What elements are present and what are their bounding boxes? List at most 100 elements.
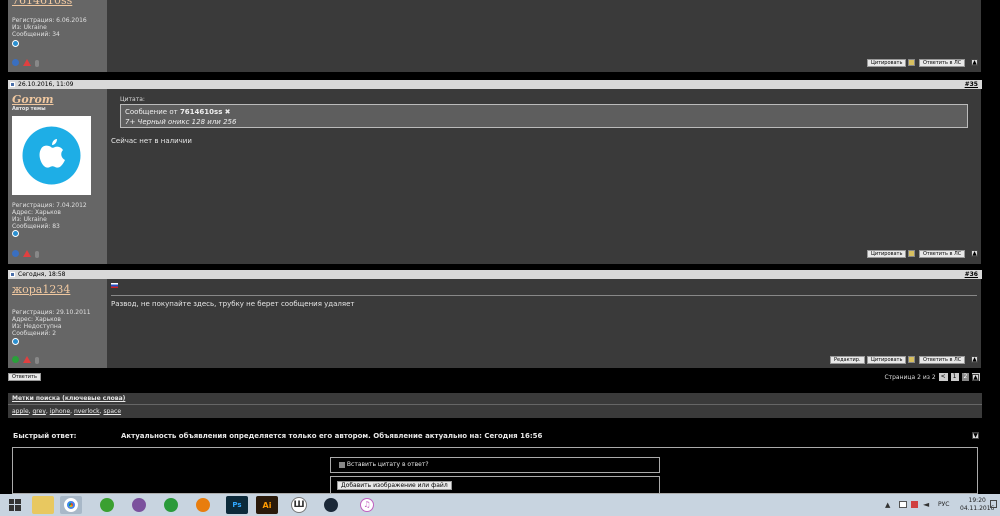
insert-quote-row[interactable]: Вставить цитату в ответ? (330, 457, 660, 473)
skype-icon[interactable] (12, 338, 19, 345)
tray-language[interactable]: РУС (938, 501, 949, 508)
messenger-icon[interactable] (96, 496, 118, 514)
multiquote-icon[interactable] (908, 356, 915, 363)
post2-content: Цитата: Сообщение от 7614610ss ✖ 7+ Черн… (107, 89, 981, 264)
quote-label: Цитата: (120, 96, 145, 103)
blender-icon[interactable] (192, 496, 214, 514)
post1-reply-pm-button[interactable]: Ответить в ЛС (919, 59, 966, 67)
report-icon[interactable] (23, 59, 31, 66)
report-icon[interactable] (23, 250, 31, 257)
post2-meta-reg: Регистрация: 7.04.2012 (12, 202, 87, 209)
post3-meta-posts: Сообщений: 2 (12, 330, 57, 337)
post2-date: 26.10.2016, 11:09 (18, 81, 74, 88)
pager-page-1[interactable]: 1 (950, 373, 959, 381)
tags-list: apple, grey, iphone, nverlock, space (12, 408, 122, 415)
post1-user-meta: Регистрация: 6.06.2016 Из: Ukraine Сообщ… (12, 17, 87, 38)
post2-reply-pm-button[interactable]: Ответить в ЛС (919, 250, 966, 258)
pager-prev[interactable]: < (938, 373, 948, 381)
tag-link[interactable]: space (103, 408, 121, 415)
tray-flag-icon[interactable] (911, 501, 918, 508)
post-doc-icon (10, 272, 15, 277)
multiquote-icon[interactable] (908, 59, 915, 66)
post3-username[interactable]: жора1234 (12, 283, 70, 296)
ip-icon (35, 60, 39, 67)
windows-start-icon[interactable] (4, 496, 26, 514)
skype-icon[interactable] (12, 40, 19, 47)
illustrator-icon[interactable]: Ai (256, 496, 278, 514)
tag-link[interactable]: grey (32, 408, 45, 415)
itunes-icon[interactable]: ♫ (356, 496, 378, 514)
view-post-icon[interactable]: ✖ (225, 108, 231, 116)
post3-edit-button[interactable]: Редактир. (830, 356, 865, 364)
post2-avatar[interactable] (12, 116, 91, 195)
post2-sidebar: Gorom Автор темы Регистрация: 7.04.2012 … (8, 89, 107, 264)
tags-section: Метки поиска (ключевые слова) apple, gre… (8, 393, 982, 418)
icq-icon[interactable] (160, 496, 182, 514)
post2-meta-from: Из: Ukraine (12, 216, 47, 223)
scroll-up-icon[interactable]: ▲ (972, 374, 979, 381)
post3-content: Развод, не покупайте здесь, трубку не бе… (107, 279, 981, 368)
post2-quote-button[interactable]: Цитировать (867, 250, 907, 258)
flag-icon (111, 283, 118, 288)
viber-icon[interactable] (128, 496, 150, 514)
tags-divider (8, 404, 982, 405)
post2-role: Автор темы (12, 106, 46, 112)
scroll-up-icon[interactable]: ▲ (971, 250, 978, 257)
quote-box: Сообщение от 7614610ss ✖ 7+ Черный оникс… (120, 104, 968, 128)
taskbar: Ps Ai Ш ♫ ▲ ◄ РУС 19:20 04.11.2016 (0, 494, 1000, 516)
app-w-icon[interactable]: Ш (288, 496, 310, 514)
post1-username[interactable]: 7614610ss (12, 0, 72, 7)
collapse-icon[interactable]: ▼ (972, 432, 979, 439)
pager-label: Страница 2 из 2 (884, 373, 936, 381)
reply-button[interactable]: Ответить (8, 373, 41, 381)
file-explorer-icon[interactable] (32, 496, 54, 514)
quote-author: 7614610ss (179, 108, 223, 116)
pager-page-2: 2 (961, 373, 970, 381)
post3-quote-button[interactable]: Цитировать (867, 356, 907, 364)
tray-volume-icon[interactable]: ◄ (923, 500, 929, 509)
post1-content: Цитировать Ответить в ЛС ▲ (107, 0, 981, 72)
post1-meta-from: Из: Ukraine (12, 24, 47, 31)
profile-icon[interactable] (12, 250, 19, 257)
post2-meta-posts: Сообщений: 83 (12, 223, 60, 230)
tag-link[interactable]: apple (12, 408, 29, 415)
quote-header: Сообщение от 7614610ss ✖ (125, 107, 963, 117)
post2-username[interactable]: Gorom (12, 93, 54, 106)
post2-body: Сейчас нет в наличии (111, 137, 192, 145)
notifications-icon[interactable] (990, 500, 997, 508)
scroll-up-icon[interactable]: ▲ (971, 59, 978, 66)
post1-sidebar: 7614610ss Регистрация: 6.06.2016 Из: Ukr… (8, 0, 107, 72)
post2-user-meta: Регистрация: 7.04.2012 Адрес: Харьков Из… (12, 202, 87, 230)
post-doc-icon (10, 82, 15, 87)
tray-network-icon[interactable] (899, 501, 907, 508)
steam-icon[interactable] (320, 496, 342, 514)
chrome-icon[interactable] (60, 496, 82, 514)
post-divider (111, 295, 977, 296)
post1-quote-button[interactable]: Цитировать (867, 59, 907, 67)
insert-quote-checkbox[interactable] (339, 461, 345, 468)
post3-date: Сегодня, 18:58 (18, 271, 66, 278)
post3-body: Развод, не покупайте здесь, трубку не бе… (111, 300, 355, 308)
post3-meta-from: Из: Недоступна (12, 323, 62, 330)
post1-meta-posts: Сообщений: 34 (12, 31, 60, 38)
post3-sidebar: жора1234 Регистрация: 29.10.2011 Адрес: … (8, 279, 107, 368)
photoshop-icon[interactable]: Ps (226, 496, 248, 514)
pagination: Страница 2 из 2 < 1 2 » (884, 373, 980, 381)
report-icon[interactable] (23, 356, 31, 363)
multiquote-icon[interactable] (908, 250, 915, 257)
scroll-up-icon[interactable]: ▲ (971, 356, 978, 363)
tag-link[interactable]: nverlock (74, 408, 100, 415)
apple-logo-icon (22, 126, 81, 185)
post3-user-meta: Регистрация: 29.10.2011 Адрес: Харьков И… (12, 309, 91, 337)
tag-link[interactable]: iphone (50, 408, 70, 415)
skype-icon[interactable] (12, 230, 19, 237)
post1-meta-reg: Регистрация: 6.06.2016 (12, 17, 87, 24)
profile-icon[interactable] (12, 59, 19, 66)
tray-chevron-icon[interactable]: ▲ (885, 501, 890, 509)
post2-header: 26.10.2016, 11:09 #35 (8, 80, 982, 89)
add-image-button[interactable]: Добавить изображение или файл (337, 481, 452, 490)
ip-icon (35, 357, 39, 364)
post2-number-link[interactable]: #35 (965, 80, 978, 89)
post3-reply-pm-button[interactable]: Ответить в ЛС (919, 356, 966, 364)
post3-number-link[interactable]: #36 (965, 270, 978, 279)
